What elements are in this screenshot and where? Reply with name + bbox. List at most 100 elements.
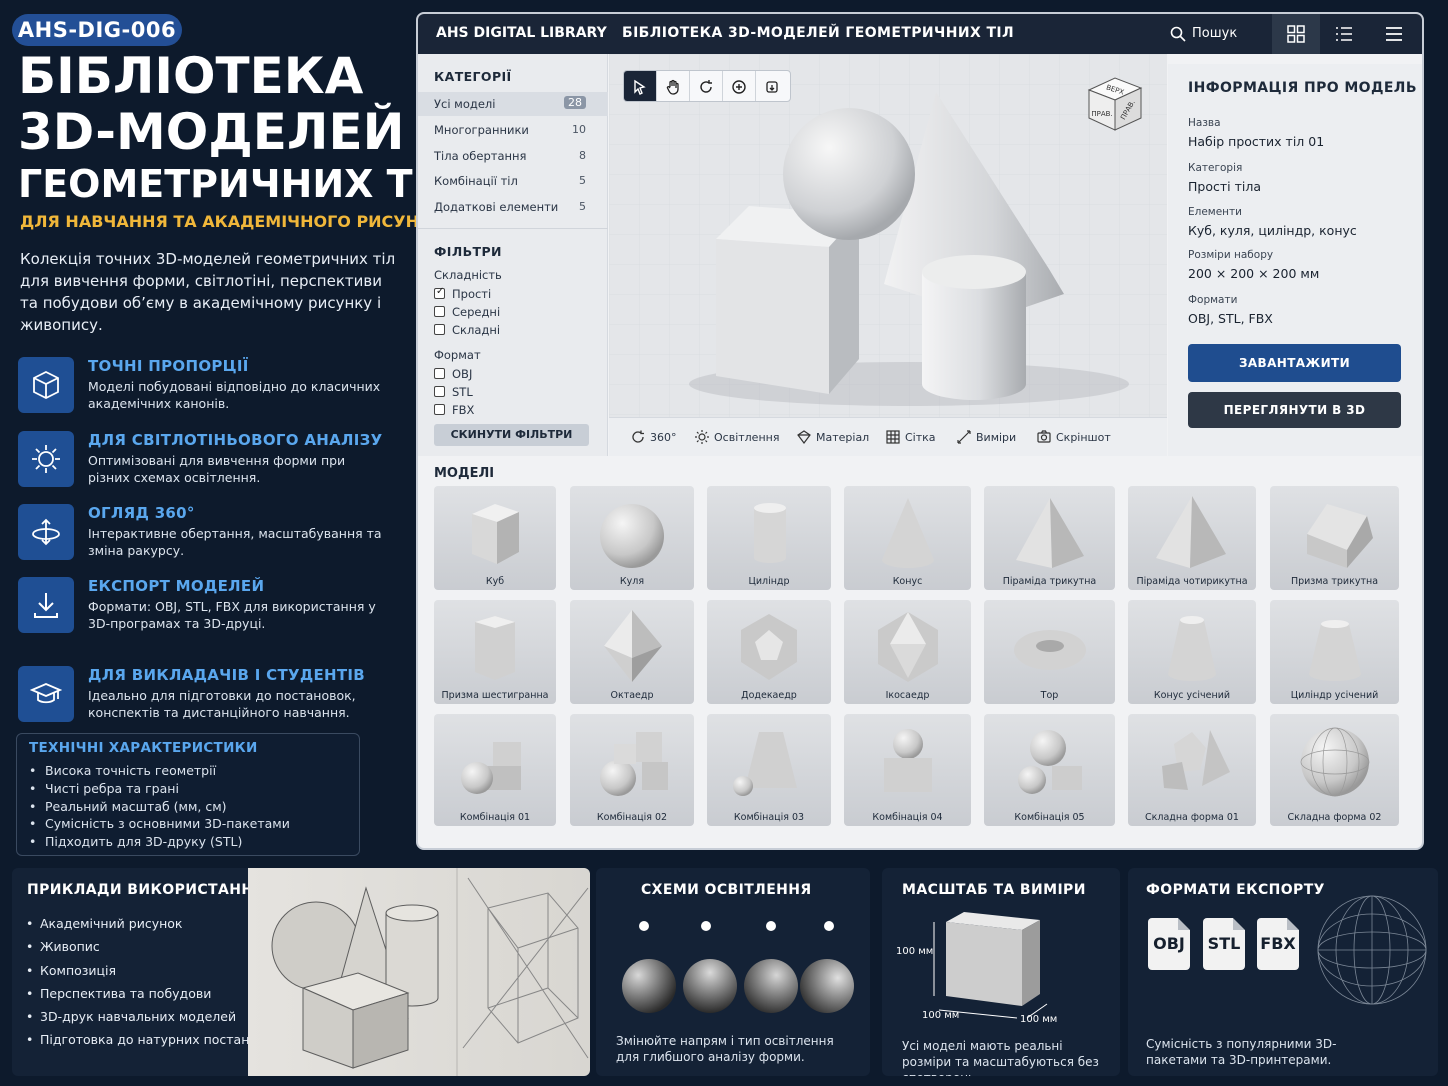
filter-complex[interactable]: Складні	[434, 323, 500, 337]
feature-text: Інтерактивне обертання, масштабування та…	[88, 526, 382, 558]
measure-button[interactable]: Виміри	[957, 430, 1016, 444]
title-line-3: ГЕОМЕТРИЧНИХ ТІЛ	[18, 162, 459, 206]
model-label: Призма шестигранна	[441, 690, 549, 701]
model-card[interactable]: Тор	[984, 600, 1115, 704]
checkbox[interactable]	[434, 306, 445, 317]
zoom-tool[interactable]	[723, 71, 756, 101]
lighting-button[interactable]: Освітлення	[695, 430, 779, 444]
feature-title: ТОЧНІ ПРОПОРЦІЇ	[88, 357, 249, 375]
reset-filters-button[interactable]: СКИНУТИ ФІЛЬТРИ	[434, 424, 589, 446]
hamburger-icon	[1386, 27, 1402, 41]
checkbox-checked[interactable]	[434, 286, 445, 299]
model-card[interactable]: Складна форма 02	[1270, 714, 1399, 826]
model-label: Конус усічений	[1153, 690, 1231, 701]
export-panel: ФОРМАТИ ЕКСПОРТУ OBJ STL FBX Сумісність …	[1128, 868, 1438, 1076]
toolbar-label: Освітлення	[714, 431, 780, 444]
checkbox[interactable]	[434, 324, 445, 335]
touch-tool[interactable]	[756, 71, 789, 101]
model-card[interactable]: Призма шестигранна	[434, 600, 556, 704]
download-button[interactable]: ЗАВАНТАЖИТИ	[1188, 344, 1401, 382]
screenshot-button[interactable]: Скріншот	[1037, 430, 1111, 444]
view-3d-button[interactable]: ПЕРЕГЛЯНУТИ В 3D	[1188, 392, 1401, 428]
material-button[interactable]: Матеріал	[797, 430, 869, 444]
feature-title: ДЛЯ ВИКЛАДАЧІВ І СТУДЕНТІВ	[88, 666, 366, 684]
info-label: Категорія	[1188, 162, 1243, 174]
rotate-360-button[interactable]: 360°	[631, 430, 677, 444]
category-extras[interactable]: Додаткові елементи 5	[418, 195, 608, 219]
3d-viewport[interactable]: ВЕРХ ПРАВ. ПРАВ.	[609, 54, 1167, 417]
zoom-icon	[732, 80, 746, 94]
category-polyhedra[interactable]: Многогранники 10	[418, 118, 608, 142]
rotate-tool[interactable]	[690, 71, 723, 101]
model-card[interactable]: Ікосаедр	[844, 600, 971, 704]
category-all[interactable]: Усі моделі 28	[418, 92, 608, 116]
toolbar-label: Матеріал	[816, 431, 870, 444]
model-card[interactable]: Конус	[844, 486, 971, 590]
model-label: Складна форма 01	[1145, 812, 1239, 823]
checkbox[interactable]	[434, 368, 445, 379]
grid-button[interactable]: Сітка	[886, 430, 936, 444]
feature-title: ОГЛЯД 360°	[88, 504, 195, 522]
model-card[interactable]: Додекаедр	[707, 600, 831, 704]
export-text: Сумісність з популярними 3D-пакетами та …	[1146, 1037, 1337, 1067]
lighting-title: СХЕМИ ОСВІТЛЕННЯ	[641, 882, 812, 898]
model-card[interactable]: Комбінація 02	[570, 714, 694, 826]
model-card[interactable]: Комбінація 01	[434, 714, 556, 826]
info-value: Набір простих тіл 01	[1188, 134, 1325, 149]
stl-file-icon: STL	[1203, 918, 1245, 970]
search-button[interactable]: Пошук	[1170, 24, 1250, 46]
lighting-text: Змінюйте напрям і тип освітлення для гли…	[616, 1034, 834, 1064]
usage-panel: ПРИКЛАДИ ВИКОРИСТАННЯ Академічний рисуно…	[12, 868, 590, 1076]
category-revolution[interactable]: Тіла обертання 8	[418, 144, 608, 168]
checkbox[interactable]	[434, 386, 445, 397]
category-combinations[interactable]: Комбінації тіл 5	[418, 169, 608, 193]
info-label: Назва	[1188, 117, 1221, 129]
model-card[interactable]: Піраміда трикутна	[984, 486, 1115, 590]
model-card[interactable]: Куб	[434, 486, 556, 590]
model-label: Куб	[485, 576, 505, 587]
select-tool[interactable]	[624, 71, 657, 101]
model-card[interactable]: Комбінація 03	[707, 714, 831, 826]
model-label: Циліндр усічений	[1290, 690, 1379, 701]
graduation-cap-icon	[18, 666, 74, 722]
model-thumbnail	[1300, 727, 1369, 797]
model-card[interactable]: Складна форма 01	[1128, 714, 1256, 826]
fbx-file-icon: FBX	[1257, 918, 1299, 970]
model-card[interactable]: Октаедр	[570, 600, 694, 704]
filter-stl[interactable]: STL	[434, 385, 473, 399]
grid-view-button[interactable]	[1272, 14, 1320, 54]
model-card[interactable]: Циліндр усічений	[1270, 600, 1399, 704]
model-card[interactable]: Циліндр	[707, 486, 831, 590]
menu-button[interactable]	[1370, 14, 1418, 54]
filter-obj[interactable]: OBJ	[434, 367, 472, 381]
model-card[interactable]: Піраміда чотирикутна	[1128, 486, 1256, 590]
model-card[interactable]: Комбінація 04	[844, 714, 971, 826]
model-card[interactable]: Конус усічений	[1128, 600, 1256, 704]
model-thumbnail	[461, 742, 521, 794]
filter-simple[interactable]: Прості	[434, 286, 491, 301]
model-label: Комбінація 02	[596, 812, 668, 823]
list-item: Чисті ребра та грані	[29, 780, 290, 798]
top-bar: AHS DIGITAL LIBRARY БІБЛІОТЕКА 3D-МОДЕЛЕ…	[418, 14, 1422, 54]
list-view-button[interactable]	[1320, 14, 1368, 54]
filter-fbx[interactable]: FBX	[434, 403, 474, 417]
grid-icon	[1287, 25, 1305, 43]
app-window: AHS DIGITAL LIBRARY БІБЛІОТЕКА 3D-МОДЕЛЕ…	[416, 12, 1424, 850]
feature-text: Оптимізовані для вивчення форми при різн…	[88, 453, 346, 485]
3d-scene	[609, 54, 1167, 417]
checkbox[interactable]	[434, 404, 445, 415]
navigation-cube[interactable]: ВЕРХ ПРАВ. ПРАВ.	[1085, 76, 1145, 132]
model-card[interactable]: Комбінація 05	[984, 714, 1115, 826]
obj-file-icon: OBJ	[1148, 918, 1190, 970]
model-card[interactable]: Призма трикутна	[1270, 486, 1399, 590]
model-label: Ікосаедр	[885, 690, 930, 701]
hand-icon	[666, 79, 679, 95]
filter-medium[interactable]: Середні	[434, 305, 500, 319]
model-label: Комбінація 05	[1014, 812, 1085, 823]
list-item: Підходить для 3D-друку (STL)	[29, 833, 290, 851]
format-label: Формат	[434, 348, 481, 362]
model-thumbnail	[1015, 498, 1084, 568]
pan-tool[interactable]	[657, 71, 690, 101]
model-card[interactable]: Куля	[570, 486, 694, 590]
material-icon	[797, 430, 811, 444]
